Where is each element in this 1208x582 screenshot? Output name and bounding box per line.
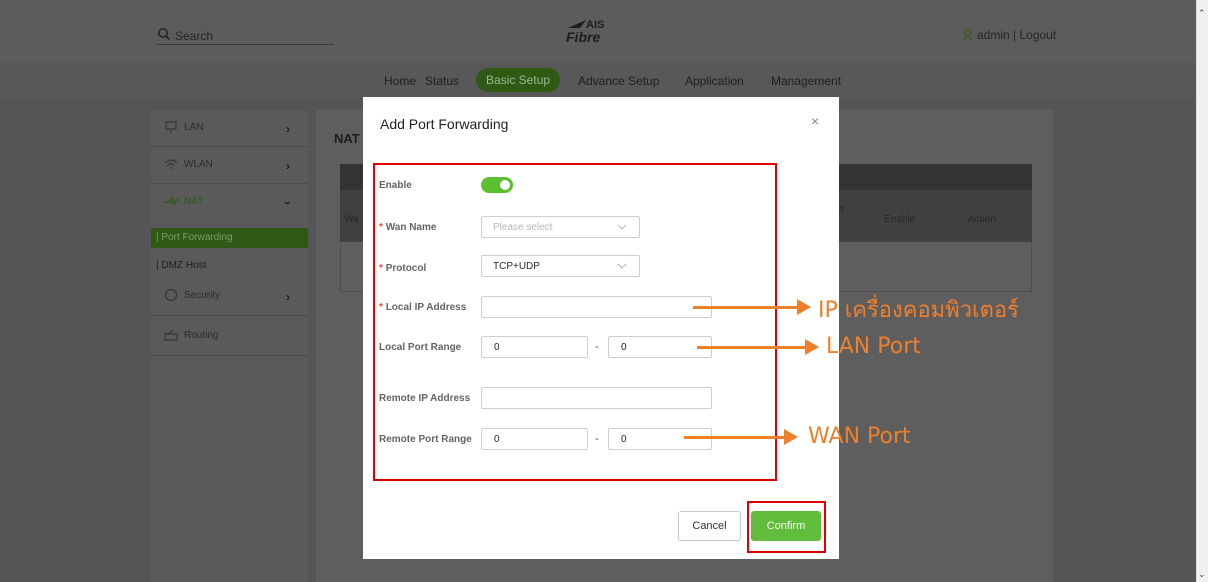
- local-port-to-value: 0: [621, 342, 627, 353]
- enable-label: Enable: [379, 180, 412, 191]
- lan-icon: [165, 121, 177, 133]
- nat-arrows-icon: [165, 196, 179, 206]
- sidebar-item-wlan[interactable]: WLAN ›: [151, 147, 308, 183]
- column-header: Wa: [344, 214, 359, 225]
- protocol-label-text: Protocol: [385, 263, 427, 274]
- sidebar-item-label: Security: [184, 290, 221, 301]
- shield-icon: [164, 288, 178, 302]
- remote-port-range-label: Remote Port Range: [379, 434, 472, 445]
- wan-name-label: * Wan Name: [379, 222, 436, 233]
- add-port-forwarding-dialog: Add Port Forwarding × Enable * Wan Name …: [363, 97, 839, 559]
- enable-toggle[interactable]: [481, 177, 513, 193]
- required-mark: *: [379, 302, 383, 313]
- wan-name-label-text: Wan Name: [385, 222, 437, 233]
- close-icon[interactable]: ×: [811, 113, 819, 129]
- remote-port-to-value: 0: [621, 434, 627, 445]
- page-title: NAT: [334, 131, 360, 146]
- remote-ip-input[interactable]: [481, 387, 712, 409]
- sidebar-item-port-forwarding[interactable]: | Port Forwarding: [151, 228, 308, 248]
- scroll-down-icon[interactable]: ⌄: [1198, 569, 1206, 580]
- sidebar-item-label: Routing: [184, 330, 219, 341]
- arrow-head-icon: [784, 429, 798, 445]
- search-box[interactable]: Search: [157, 27, 334, 45]
- wan-name-select[interactable]: Please select: [481, 216, 640, 238]
- annotation-arrow-wan: [684, 436, 788, 439]
- local-ip-input[interactable]: [481, 296, 712, 318]
- local-port-from-input[interactable]: 0: [481, 336, 588, 358]
- user-icon: [962, 29, 973, 41]
- confirm-button[interactable]: Confirm: [751, 511, 821, 541]
- local-port-from-value: 0: [494, 342, 500, 353]
- search-icon: [158, 28, 171, 41]
- remote-port-from-value: 0: [494, 434, 500, 445]
- chevron-down-icon: [617, 224, 627, 230]
- range-separator: -: [595, 341, 599, 353]
- arrow-head-icon: [805, 339, 819, 355]
- logo-fibre-text: Fibre: [566, 29, 601, 45]
- cancel-button[interactable]: Cancel: [678, 511, 741, 541]
- chevron-right-icon: ›: [286, 290, 290, 304]
- routing-icon: [164, 329, 178, 341]
- column-header: Action: [968, 214, 996, 225]
- local-port-range-label: Local Port Range: [379, 342, 462, 353]
- chevron-down-icon: ›: [281, 201, 295, 205]
- wan-name-placeholder: Please select: [493, 222, 553, 233]
- chevron-right-icon: ›: [286, 159, 290, 173]
- range-separator: -: [595, 433, 599, 445]
- search-placeholder: Search: [175, 29, 214, 43]
- sidebar-item-dmz-host[interactable]: | DMZ Host: [151, 256, 308, 276]
- protocol-value: TCP+UDP: [493, 261, 540, 272]
- scroll-up-icon[interactable]: ⌃: [1198, 8, 1206, 19]
- nav-advance-setup[interactable]: Advance Setup: [578, 74, 659, 88]
- top-header: Search AIS Fibre admin | Logout: [0, 0, 1196, 62]
- nav-basic-setup[interactable]: Basic Setup: [476, 68, 561, 92]
- page-scrollbar[interactable]: ⌃ ⌄: [1196, 0, 1208, 582]
- nav-application[interactable]: Application: [685, 74, 744, 88]
- required-mark: *: [379, 222, 383, 233]
- nav-status[interactable]: Status: [425, 74, 459, 88]
- local-ip-label-text: Local IP Address: [385, 302, 467, 313]
- annotation-arrow-lan: [697, 346, 809, 349]
- annotation-ip-text: IP เครื่องคอมพิวเตอร์: [818, 298, 1019, 323]
- remote-ip-label: Remote IP Address: [379, 393, 471, 404]
- wifi-icon: [164, 159, 178, 169]
- sidebar-item-label: WLAN: [184, 159, 213, 170]
- sidebar-item-security[interactable]: Security ›: [151, 278, 308, 314]
- sidebar-item-label: LAN: [184, 122, 204, 133]
- remote-port-to-input[interactable]: 0: [608, 428, 712, 450]
- sidebar-item-label: NAT: [184, 196, 204, 207]
- sidebar-item-lan[interactable]: LAN ›: [151, 110, 308, 146]
- protocol-label: * Protocol: [379, 263, 426, 274]
- remote-port-from-input[interactable]: 0: [481, 428, 588, 450]
- protocol-select[interactable]: TCP+UDP: [481, 255, 640, 277]
- ais-fibre-logo: AIS Fibre: [566, 18, 626, 48]
- nav-management[interactable]: Management: [771, 74, 841, 88]
- column-header: Enable: [884, 214, 916, 225]
- nav-home[interactable]: Home: [384, 74, 416, 88]
- sidebar: LAN › WLAN › NAT › | Port Forwarding | D…: [151, 110, 308, 582]
- main-nav: Home Status Basic Setup Advance Setup Ap…: [0, 62, 1196, 98]
- chevron-right-icon: ›: [286, 122, 290, 136]
- annotation-wan-text: WAN Port: [808, 424, 911, 449]
- required-mark: *: [379, 263, 383, 274]
- sidebar-divider: [151, 355, 308, 356]
- sidebar-item-routing[interactable]: Routing: [151, 318, 308, 354]
- chevron-down-icon: [617, 263, 627, 269]
- annotation-lan-text: LAN Port: [826, 334, 921, 359]
- arrow-head-icon: [797, 299, 811, 315]
- user-logout-text: admin | Logout: [977, 28, 1057, 42]
- dialog-title: Add Port Forwarding: [380, 116, 509, 132]
- annotation-arrow-ip: [693, 306, 801, 309]
- sidebar-divider: [151, 315, 308, 316]
- local-ip-label: * Local IP Address: [379, 302, 466, 313]
- sidebar-item-nat[interactable]: NAT ›: [151, 184, 308, 220]
- user-menu[interactable]: admin | Logout: [962, 28, 1056, 42]
